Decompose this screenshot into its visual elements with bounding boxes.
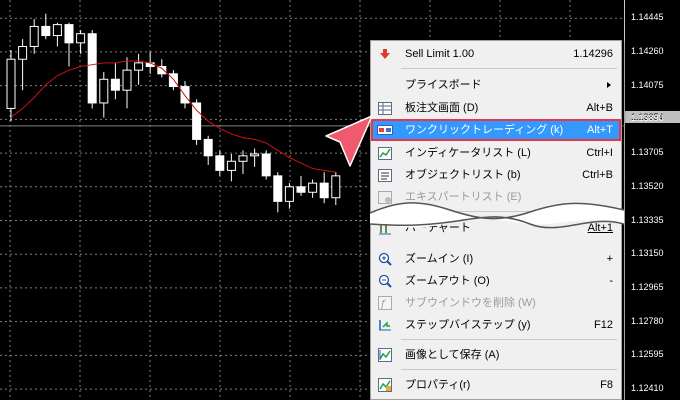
- menu-item-shortcut: Ctrl+I: [586, 147, 613, 159]
- menu-item-shortcut: 1.14296: [573, 48, 613, 60]
- candle-body: [6, 58, 16, 109]
- price-axis: 1.13854 1.14445 1.14260 1.14075 1.13890 1.13…: [624, 0, 680, 400]
- candle-body: [52, 24, 62, 37]
- menu-item-label: インディケータリスト (L): [405, 147, 531, 159]
- menu-item-shortcut: Ctrl+B: [582, 169, 613, 181]
- candle-body: [215, 155, 225, 171]
- candle-body: [238, 155, 248, 162]
- candle-body: [134, 62, 144, 71]
- candle-body: [87, 33, 97, 104]
- price-tick-label: 1.13335: [631, 214, 664, 225]
- menu-item-shortcut: F8: [600, 379, 613, 391]
- candle-body: [99, 78, 109, 104]
- candle-body: [29, 25, 39, 47]
- menu-item-save-as-image[interactable]: 画像として保存 (A): [371, 344, 621, 366]
- menu-separator: [401, 369, 617, 370]
- menu-item-shortcut: F12: [594, 319, 613, 331]
- price-tick-label: 1.14075: [631, 79, 664, 90]
- candle-body: [157, 66, 167, 75]
- menu-item-label: Sell Limit 1.00: [405, 48, 475, 60]
- order-book-icon: [377, 101, 393, 115]
- one-click-trading-icon: [377, 123, 393, 137]
- menu-item-label: プライスボード: [405, 79, 482, 91]
- candle-body: [203, 138, 213, 157]
- candle-body: [110, 78, 120, 91]
- menu-item-order-book[interactable]: 板注文画面 (D) Alt+B: [371, 97, 621, 119]
- menu-item-price-board[interactable]: プライスボード: [371, 74, 621, 96]
- candle-body: [226, 160, 236, 171]
- properties-icon: [377, 378, 393, 392]
- menu-item-one-click-trading[interactable]: ワンクリックトレーディング (k) Alt+T: [371, 119, 621, 141]
- step-by-step-icon: [377, 318, 393, 332]
- price-tick-label: 1.13890: [631, 113, 664, 124]
- price-tick-label: 1.12780: [631, 315, 664, 326]
- menu-item-shortcut: +: [606, 253, 613, 265]
- price-tick-label: 1.13705: [631, 147, 664, 158]
- menu-item-step-by-step[interactable]: ステップバイステップ (y) F12: [371, 314, 621, 336]
- candle-body: [76, 33, 86, 44]
- price-tick-label: 1.13150: [631, 248, 664, 259]
- menu-item-label: プロパティ(r): [405, 379, 471, 391]
- candle-body: [250, 153, 260, 157]
- menu-item-shortcut: Alt+B: [586, 102, 613, 114]
- price-tick-label: 1.14445: [631, 12, 664, 23]
- candle-body: [168, 73, 178, 88]
- subwindow-delete-icon: f: [377, 296, 393, 310]
- price-tick-label: 1.12410: [631, 383, 664, 394]
- menu-separator: [401, 339, 617, 340]
- zoom-out-icon: [377, 274, 393, 288]
- submenu-arrow-icon: [607, 82, 611, 88]
- price-tick-label: 1.13520: [631, 180, 664, 191]
- menu-item-label: ステップバイステップ (y): [405, 319, 531, 331]
- menu-item-sell-limit[interactable]: Sell Limit 1.00 1.14296: [371, 43, 621, 65]
- save-image-icon: [377, 348, 393, 362]
- zoom-in-icon: [377, 252, 393, 266]
- menu-item-properties[interactable]: プロパティ(r) F8: [371, 374, 621, 396]
- menu-item-shortcut: -: [609, 275, 613, 287]
- menu-item-label: オブジェクトリスト (b): [405, 169, 521, 181]
- candle-body: [41, 25, 51, 37]
- candle-body: [180, 86, 190, 104]
- menu-item-label: ワンクリックトレーディング (k): [405, 124, 564, 136]
- menu-item-object-list[interactable]: オブジェクトリスト (b) Ctrl+B: [371, 164, 621, 186]
- candle-body: [261, 153, 271, 177]
- menu-item-indicator-list[interactable]: インディケータリスト (L) Ctrl+I: [371, 142, 621, 164]
- menu-item-label: ズームアウト (O): [405, 275, 490, 287]
- menu-item-label: ズームイン (I): [405, 253, 474, 265]
- menu-item-label: サブウインドウを削除 (W): [405, 297, 536, 309]
- menu-item-zoom-out[interactable]: ズームアウト (O) -: [371, 270, 621, 292]
- menu-item-shortcut: Alt+T: [587, 124, 613, 136]
- menu-item-label: 板注文画面 (D): [405, 102, 479, 114]
- torn-edge-decoration: [369, 202, 624, 229]
- candle-body: [64, 24, 74, 44]
- price-tick-label: 1.12965: [631, 281, 664, 292]
- candle-body: [122, 69, 132, 91]
- indicator-list-icon: [377, 146, 393, 160]
- candle-body: [18, 45, 28, 60]
- menu-separator: [401, 68, 617, 69]
- red-down-arrow-icon: [377, 47, 393, 61]
- object-list-icon: [377, 168, 393, 182]
- price-tick-label: 1.12595: [631, 349, 664, 360]
- menu-item-zoom-in[interactable]: ズームイン (I) +: [371, 248, 621, 270]
- menu-item-delete-subwindow[interactable]: f サブウインドウを削除 (W): [371, 292, 621, 314]
- candle-body: [192, 102, 202, 140]
- price-tick-label: 1.14260: [631, 45, 664, 56]
- callout-pointer-icon: [325, 115, 373, 167]
- menu-item-label: 画像として保存 (A): [405, 349, 500, 361]
